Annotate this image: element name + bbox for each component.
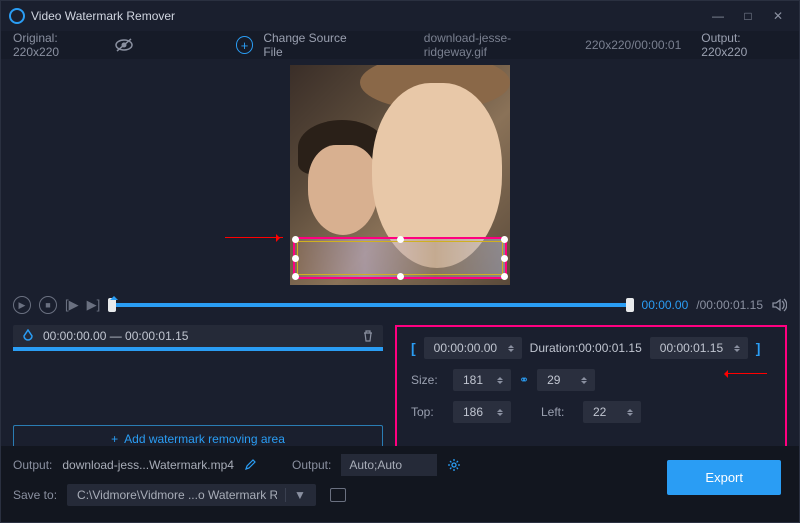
timeline-handle-start[interactable] (108, 298, 116, 312)
saveto-path-box[interactable]: ▼ (67, 484, 316, 506)
source-filename: download-jesse-ridgeway.gif (424, 31, 569, 59)
saveto-label: Save to: (13, 488, 57, 502)
annotation-arrow (727, 373, 767, 374)
step-up[interactable] (581, 374, 587, 380)
edit-filename-icon[interactable] (244, 459, 256, 471)
resize-handle[interactable] (501, 236, 508, 243)
saveto-dropdown[interactable]: ▼ (285, 488, 306, 502)
top-input[interactable] (453, 401, 511, 423)
saveto-input[interactable] (77, 488, 277, 502)
left-label: Left: (541, 405, 575, 419)
range-track[interactable] (13, 347, 383, 351)
step-down[interactable] (508, 349, 514, 355)
top-label: Top: (411, 405, 445, 419)
current-time: 00:00.00 (642, 298, 689, 312)
add-source-icon[interactable]: + (236, 36, 253, 54)
resize-handle[interactable] (292, 273, 299, 280)
mark-in-button[interactable]: [▶ (65, 297, 79, 313)
close-button[interactable]: ✕ (771, 9, 785, 23)
step-up[interactable] (734, 342, 740, 348)
output-file-label: Output: (13, 458, 52, 472)
play-button[interactable]: ▶ (13, 296, 31, 314)
step-down[interactable] (581, 381, 587, 387)
step-down[interactable] (734, 349, 740, 355)
video-preview (1, 59, 799, 291)
bracket-end-icon[interactable]: ] (756, 340, 761, 356)
width-input[interactable] (453, 369, 511, 391)
resize-handle[interactable] (397, 273, 404, 280)
original-dimensions: Original: 220x220 (13, 31, 104, 59)
maximize-button[interactable]: □ (741, 9, 755, 23)
open-folder-icon[interactable] (330, 488, 346, 502)
resize-handle[interactable] (501, 273, 508, 280)
step-up[interactable] (497, 406, 503, 412)
video-frame[interactable] (290, 65, 510, 285)
app-logo-icon (9, 8, 25, 24)
step-down[interactable] (627, 413, 633, 419)
resize-handle[interactable] (292, 255, 299, 262)
output-dimensions: Output: 220x220 (701, 31, 787, 59)
output-mode-select[interactable]: Auto;Auto (341, 454, 437, 476)
total-time: /00:00:01.15 (696, 298, 763, 312)
size-label: Size: (411, 373, 445, 387)
watermark-list-panel: 00:00:00.00 — 00:00:01.15 + Add watermar… (13, 325, 383, 453)
mark-out-button[interactable]: ▶] (87, 297, 101, 313)
step-up[interactable] (508, 342, 514, 348)
change-source-button[interactable]: Change Source File (263, 31, 365, 59)
minimize-button[interactable]: — (711, 9, 725, 23)
source-dimensions: 220x220/00:00:01 (585, 38, 681, 52)
output-mode-label: Output: (292, 458, 331, 472)
settings-icon[interactable] (447, 458, 461, 472)
range-time-label: 00:00:00.00 — 00:00:01.15 (43, 329, 353, 343)
step-up[interactable] (627, 406, 633, 412)
resize-handle[interactable] (501, 255, 508, 262)
start-time-input[interactable] (424, 337, 522, 359)
playback-controls: ▶ ■ [▶ ▶] 00:00.00/00:00:01.15 (1, 291, 799, 319)
watermark-range-item[interactable]: 00:00:00.00 — 00:00:01.15 (13, 325, 383, 347)
resize-handle[interactable] (397, 236, 404, 243)
visibility-toggle-icon[interactable] (114, 37, 134, 53)
export-button[interactable]: Export (667, 460, 781, 495)
left-input[interactable] (583, 401, 641, 423)
volume-icon[interactable] (771, 297, 787, 313)
timeline-slider[interactable] (108, 299, 633, 311)
bracket-start-icon[interactable]: [ (411, 340, 416, 356)
timeline-handle-end[interactable] (626, 298, 634, 312)
titlebar: Video Watermark Remover — □ ✕ (1, 1, 799, 31)
watermark-params-panel: [ Duration:00:00:01.15 ] Size: ⚭ Top: Le… (395, 325, 787, 453)
add-watermark-label: Add watermark removing area (124, 432, 285, 446)
end-time-input[interactable] (650, 337, 748, 359)
step-down[interactable] (497, 381, 503, 387)
height-input[interactable] (537, 369, 595, 391)
output-filename: download-jess...Watermark.mp4 (62, 458, 234, 472)
link-aspect-icon[interactable]: ⚭ (519, 373, 529, 387)
duration-label: Duration:00:00:01.15 (530, 341, 642, 355)
watermark-selection-box[interactable] (293, 237, 507, 279)
footer-bar: Output: download-jess...Watermark.mp4 Ou… (1, 446, 799, 522)
resize-handle[interactable] (292, 236, 299, 243)
source-bar: Original: 220x220 + Change Source File d… (1, 31, 799, 59)
stop-button[interactable]: ■ (39, 296, 57, 314)
annotation-arrow (225, 237, 283, 238)
region-icon (21, 329, 35, 343)
window-title: Video Watermark Remover (31, 9, 711, 23)
step-down[interactable] (497, 413, 503, 419)
step-up[interactable] (497, 374, 503, 380)
delete-range-icon[interactable] (361, 329, 375, 343)
plus-icon: + (111, 432, 118, 446)
